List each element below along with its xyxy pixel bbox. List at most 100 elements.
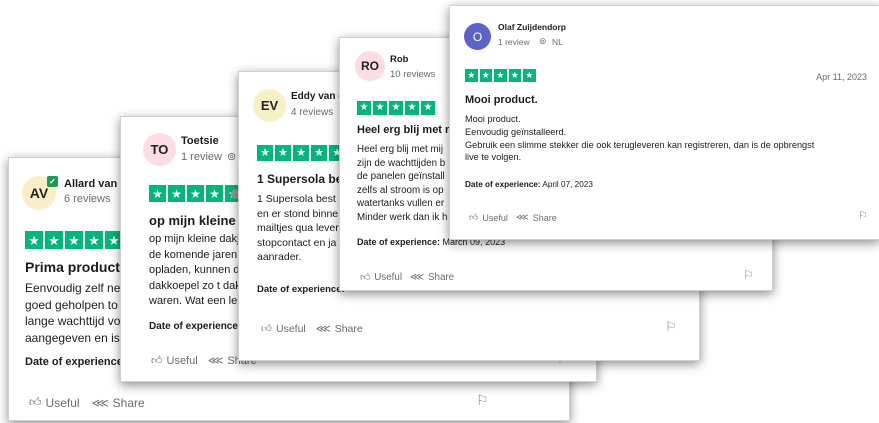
flag-icon[interactable]: ⚐	[743, 268, 754, 282]
avatar: TO	[143, 133, 176, 166]
review-actions: 👍︎ Useful ⋘ Share	[29, 395, 145, 410]
star-icon: ★	[187, 185, 204, 202]
share-button[interactable]: ⋘ Share	[316, 323, 363, 335]
useful-label: Useful	[275, 322, 306, 335]
review-body: Mooi product. Eenvoudig geïnstalleerd. G…	[465, 113, 814, 164]
date-of-experience: Date of experience:	[257, 284, 345, 295]
star-icon: ★	[65, 231, 83, 249]
review-line: aangegeven en is	[25, 330, 120, 345]
review-count: 4 reviews	[291, 107, 334, 118]
useful-button[interactable]: 👍︎ Useful	[151, 354, 198, 368]
date-of-experience: Date of experience: J	[149, 321, 249, 332]
star-icon: ★	[275, 145, 291, 161]
star-icon: ★	[421, 101, 435, 115]
star-icon: ★	[405, 101, 419, 115]
star-icon: ★	[508, 69, 521, 82]
useful-button[interactable]: 👍︎ Useful	[261, 322, 306, 336]
verified-badge-icon: ✓	[47, 176, 58, 187]
review-line: goed geholpen to	[25, 297, 118, 312]
useful-button[interactable]: 👍︎ Useful	[360, 271, 403, 284]
review-line: Gebruik een slimme stekker die ook terug…	[465, 139, 815, 150]
share-label: Share	[532, 212, 557, 223]
review-line: live te volgen.	[465, 152, 522, 163]
review-line: dakkoepel zo t dak	[149, 279, 241, 292]
useful-label: Useful	[482, 212, 508, 223]
review-line: de panelen geïnstall	[357, 171, 445, 182]
star-icon: ★	[465, 69, 478, 82]
star-rating: ★ ★ ★ ★ ★	[257, 145, 345, 161]
review-count: 6 reviews	[64, 193, 111, 205]
review-line: zelfs al stroom is op	[357, 184, 444, 196]
review-line: stopcontact en ja	[257, 236, 337, 249]
review-line: zijn de wachttijden b	[357, 157, 446, 169]
location-pin-icon: ⊚	[539, 36, 547, 46]
star-icon: ★	[85, 231, 103, 249]
reviewer-country: NL	[552, 37, 563, 47]
thumbs-up-icon: 👍︎	[29, 395, 42, 409]
thumbs-up-icon: 👍︎	[469, 212, 479, 222]
thumbs-up-icon: 👍︎	[151, 355, 163, 367]
date-of-experience-label: Date of experience:	[465, 180, 541, 189]
share-label: Share	[112, 395, 145, 410]
share-icon: ⋘	[315, 322, 331, 335]
reviewer-name[interactable]: Toetsie	[181, 135, 219, 147]
share-button[interactable]: ⋘ Share	[516, 212, 557, 223]
review-line: watertanks vullen er	[357, 198, 445, 209]
review-title[interactable]: 1 Supersola bes	[257, 172, 349, 186]
review-count: 1 review	[181, 151, 222, 163]
star-icon: ★	[45, 231, 63, 249]
review-line: de komende jaren!	[149, 248, 241, 261]
useful-button[interactable]: 👍︎ Useful	[469, 212, 508, 223]
star-icon: ★	[373, 101, 387, 115]
review-title[interactable]: Prima product,	[25, 259, 124, 275]
star-icon: ★	[293, 145, 309, 161]
star-icon: ★	[494, 69, 507, 82]
share-label: Share	[334, 322, 363, 335]
review-line: Eenvoudig geïnstalleerd.	[465, 126, 567, 137]
review-line: op mijn kleine dakje	[149, 233, 246, 245]
date-of-experience: Date of experience: April 07, 2023	[465, 180, 593, 189]
review-line: Mooi product.	[465, 114, 521, 124]
flag-icon[interactable]: ⚐	[858, 209, 868, 222]
star-rating: ★ ★ ★ ★ ★	[149, 185, 242, 202]
review-body: op mijn kleine dakje de komende jaren! o…	[149, 232, 246, 310]
useful-label: Useful	[374, 271, 403, 283]
star-rating: ★ ★ ★ ★ ★	[25, 231, 123, 249]
review-line: opladen, kunnen de	[149, 264, 246, 276]
avatar: RO	[355, 51, 385, 81]
star-rating: ★ ★ ★ ★ ★	[357, 101, 435, 115]
location-pin-icon: ⊚	[227, 151, 237, 163]
share-icon: ⋘	[207, 355, 224, 367]
review-line: waren. Wat een leu	[149, 295, 244, 307]
reviewer-name[interactable]: Eddy van d	[291, 91, 344, 102]
share-icon: ⋘	[91, 395, 109, 410]
reviewer-name[interactable]: Olaf Zuijdendorp	[498, 22, 566, 32]
star-icon: ★	[25, 231, 43, 249]
star-icon: ★	[311, 145, 327, 161]
star-icon: ★	[389, 101, 403, 115]
reviewer-name[interactable]: Rob	[390, 54, 408, 65]
date-of-experience-label: Date of experience:	[257, 284, 345, 295]
review-line: lange wachttijd vo	[25, 314, 121, 328]
useful-button[interactable]: 👍︎ Useful	[29, 395, 80, 410]
review-title[interactable]: Mooi product.	[465, 94, 538, 106]
review-count: 10 reviews	[390, 69, 436, 80]
review-line: mailtjes qua lever	[257, 222, 339, 234]
review-line: 1 Supersola best	[257, 193, 336, 205]
review-line: en er stond binne	[257, 207, 339, 220]
avatar: O	[464, 23, 491, 50]
review-line: aanrader.	[257, 251, 302, 263]
review-actions: 👍︎ Useful ⋘ Share	[360, 271, 454, 284]
share-button[interactable]: ⋘ Share	[410, 272, 454, 283]
flag-icon[interactable]: ⚐	[476, 392, 489, 409]
review-line: Minder werk dan ik h	[357, 211, 448, 223]
flag-icon[interactable]: ⚐	[665, 319, 677, 335]
star-icon: ★	[357, 101, 371, 115]
review-title[interactable]: Heel erg blij met r	[357, 124, 449, 136]
review-body: Heel erg blij met mij zijn de wachttijde…	[357, 143, 447, 224]
share-button[interactable]: ⋘ Share	[92, 396, 145, 410]
date-of-experience: Date of experience	[25, 356, 123, 368]
star-icon: ★	[257, 145, 273, 161]
star-icon: ★	[206, 185, 223, 202]
share-icon: ⋘	[515, 212, 529, 222]
